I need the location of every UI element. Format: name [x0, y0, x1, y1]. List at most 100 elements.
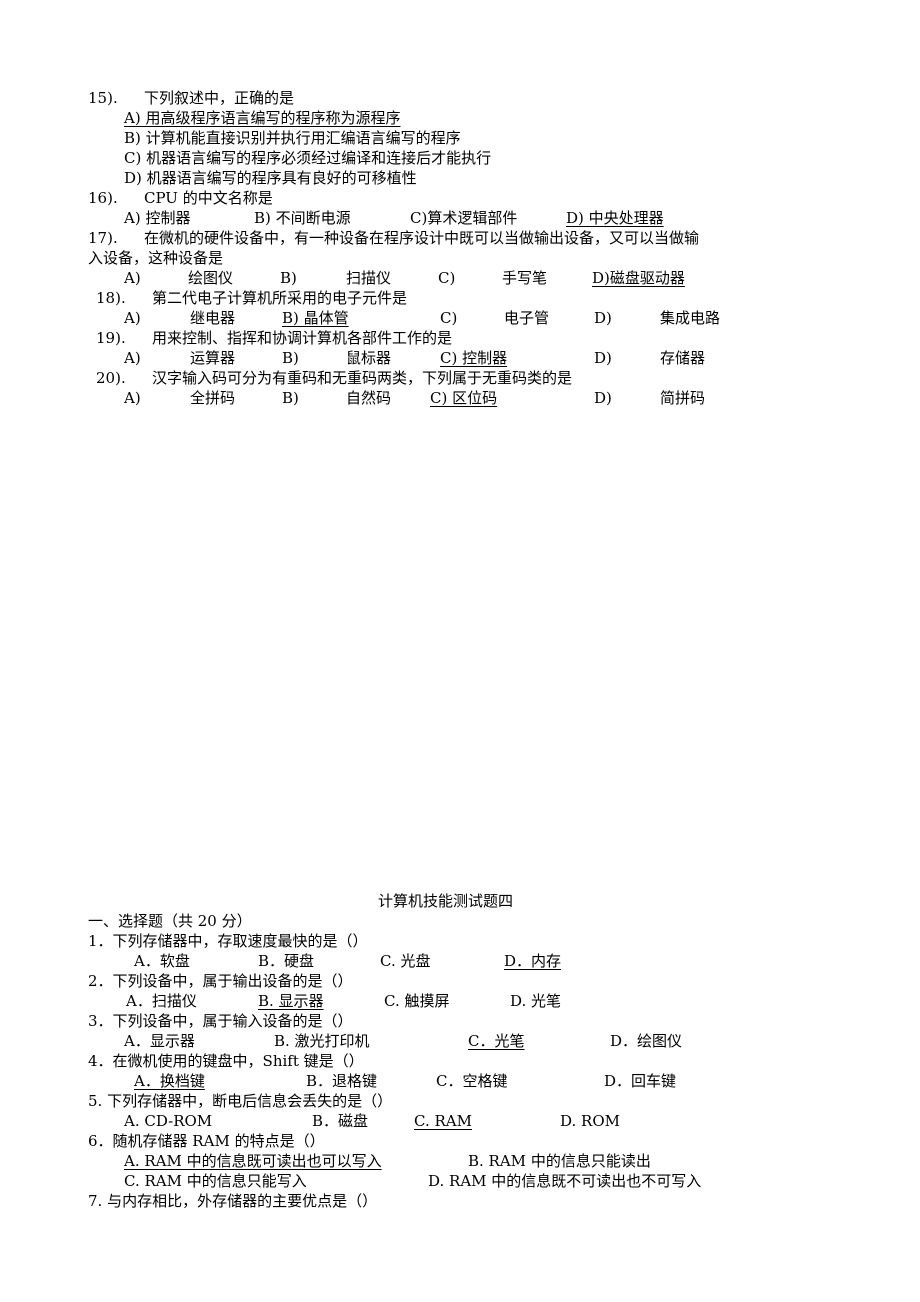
- option-d-text: 存储器: [660, 349, 706, 367]
- option-d-text: 简拼码: [660, 389, 706, 407]
- option-a-answer: A. RAM 中的信息既可读出也可以写入: [124, 1152, 382, 1170]
- option-d: D. 光笔: [510, 992, 562, 1010]
- question-1-options: A．软盘 B．硬盘 C. 光盘 D．内存: [124, 951, 724, 971]
- option-b-label: B): [282, 349, 299, 367]
- option-d-label: D): [594, 309, 612, 327]
- option-d-label: D): [594, 349, 612, 367]
- option-b-text: 鼠标器: [346, 349, 392, 367]
- question-stem: 汉字输入码可分为有重码和无重码两类，下列属于无重码类的是: [152, 369, 573, 387]
- question-4-options: A．换档键 B．退格键 C．空格键 D．回车键: [124, 1071, 724, 1091]
- question-15: 15). 下列叙述中，正确的是: [88, 88, 294, 108]
- question-stem: 在微机的硬件设备中，有一种设备在程序设计中既可以当做输出设备，又可以当做输: [144, 229, 700, 247]
- option-c-label: C): [440, 309, 458, 327]
- option-a: A. CD-ROM: [124, 1112, 213, 1130]
- question-18-options: A) 继电器 B) 晶体管 C) 电子管 D) 集成电路: [124, 308, 744, 328]
- option-d: D) 机器语言编写的程序具有良好的可移植性: [124, 169, 417, 187]
- question-20: 20). 汉字输入码可分为有重码和无重码两类，下列属于无重码类的是: [96, 368, 572, 388]
- option-a-text: 绘图仪: [188, 269, 234, 287]
- option-d: D．回车键: [604, 1072, 677, 1090]
- option-c-text: 电子管: [504, 309, 550, 327]
- option-b: B．退格键: [306, 1072, 378, 1090]
- option-a: A．软盘: [134, 952, 190, 970]
- option-c-answer: C．光笔: [468, 1032, 525, 1050]
- option-d-label: D): [594, 389, 612, 407]
- question-5: 5. 下列存储器中，断电后信息会丢失的是（）: [88, 1092, 393, 1110]
- option-c: C. RAM 中的信息只能写入: [124, 1172, 307, 1190]
- question-6-options-row1: A. RAM 中的信息既可读出也可以写入 B. RAM 中的信息只能读出: [116, 1151, 796, 1171]
- option-b: B) 不间断电源: [254, 209, 351, 227]
- option-c: C．空格键: [436, 1072, 508, 1090]
- question-19-options: A) 运算器 B) 鼠标器 C) 控制器 D) 存储器: [124, 348, 744, 368]
- option-c-answer: C) 区位码: [430, 389, 498, 407]
- option-c: C)算术逻辑部件: [410, 209, 518, 227]
- question-3-options: A．显示器 B. 激光打印机 C．光笔 D．绘图仪: [124, 1031, 724, 1051]
- option-d-text: 集成电路: [660, 309, 721, 327]
- option-a-text: 继电器: [190, 309, 236, 327]
- question-2-options: A．扫描仪 B. 显示器 C. 触摸屏 D. 光笔: [124, 991, 724, 1011]
- option-b: B. RAM 中的信息只能读出: [468, 1152, 651, 1170]
- option-a-label: A): [124, 269, 141, 287]
- option-b-text: 扫描仪: [346, 269, 392, 287]
- option-b: B) 计算机能直接识别并执行用汇编语言编写的程序: [124, 129, 461, 147]
- option-a-answer: A) 用高级程序语言编写的程序称为源程序: [124, 109, 401, 127]
- option-d-answer: D．内存: [504, 952, 562, 970]
- option-c-label: C): [438, 269, 456, 287]
- question-number: 19).: [96, 329, 126, 347]
- option-b-label: B): [282, 389, 299, 407]
- question-6-options-row2: C. RAM 中的信息只能写入 D. RAM 中的信息既不可读出也不可写入: [116, 1171, 796, 1191]
- question-number: 16).: [88, 189, 118, 207]
- option-d-answer: D)磁盘驱动器: [592, 269, 685, 287]
- option-d-answer: D) 中央处理器: [566, 209, 664, 227]
- question-2: 2．下列设备中，属于输出设备的是（）: [88, 972, 353, 990]
- option-c-answer: C. RAM: [414, 1112, 472, 1130]
- question-17: 17). 在微机的硬件设备中，有一种设备在程序设计中既可以当做输出设备，又可以当…: [88, 228, 699, 248]
- question-19: 19). 用来控制、指挥和协调计算机各部件工作的是: [96, 328, 452, 348]
- question-5-options: A. CD-ROM B．磁盘 C. RAM D. ROM: [124, 1111, 724, 1131]
- option-b-answer: B) 晶体管: [282, 309, 349, 327]
- question-16: 16). CPU 的中文名称是: [88, 188, 273, 208]
- question-number: 15).: [88, 89, 118, 107]
- option-b-text: 自然码: [346, 389, 392, 407]
- question-stem: 第二代电子计算机所采用的电子元件是: [152, 289, 408, 307]
- question-6: 6．随机存储器 RAM 的特点是（）: [88, 1132, 325, 1150]
- question-3: 3．下列设备中，属于输入设备的是（）: [88, 1012, 353, 1030]
- option-d: D．绘图仪: [610, 1032, 683, 1050]
- option-a: A．扫描仪: [126, 992, 197, 1010]
- question-stem: 用来控制、指挥和协调计算机各部件工作的是: [152, 329, 453, 347]
- question-18: 18). 第二代电子计算机所采用的电子元件是: [96, 288, 407, 308]
- question-stem: CPU 的中文名称是: [144, 189, 273, 207]
- option-a: A．显示器: [124, 1032, 195, 1050]
- option-c: C) 机器语言编写的程序必须经过编译和连接后才能执行: [124, 149, 492, 167]
- option-a-label: A): [124, 389, 141, 407]
- question-16-options: A) 控制器 B) 不间断电源 C)算术逻辑部件 D) 中央处理器: [124, 208, 724, 228]
- question-stem-continued: 入设备，这种设备是: [88, 249, 224, 267]
- option-a: A) 控制器: [124, 209, 191, 227]
- question-20-options: A) 全拼码 B) 自然码 C) 区位码 D) 简拼码: [124, 388, 744, 408]
- question-17-options: A) 绘图仪 B) 扫描仪 C) 手写笔 D)磁盘驱动器: [124, 268, 724, 288]
- option-b: B．磁盘: [312, 1112, 369, 1130]
- option-d: D. RAM 中的信息既不可读出也不可写入: [428, 1172, 702, 1190]
- question-7: 7. 与内存相比，外存储器的主要优点是（）: [88, 1192, 378, 1210]
- page-title: 计算机技能测试题四: [378, 892, 514, 910]
- question-stem: 下列叙述中，正确的是: [144, 89, 295, 107]
- question-number: 20).: [96, 369, 126, 387]
- question-4: 4．在微机使用的键盘中，Shift 键是（）: [88, 1052, 364, 1070]
- option-a-text: 运算器: [190, 349, 236, 367]
- option-c-text: 手写笔: [502, 269, 548, 287]
- option-b-label: B): [280, 269, 297, 287]
- option-c-answer: C) 控制器: [440, 349, 508, 367]
- option-b: B．硬盘: [258, 952, 315, 970]
- option-a-text: 全拼码: [190, 389, 236, 407]
- section-heading: 一、选择题（共 20 分）: [88, 912, 252, 930]
- option-a-label: A): [124, 349, 141, 367]
- option-a-label: A): [124, 309, 141, 327]
- option-a-answer: A．换档键: [134, 1072, 205, 1090]
- option-b-answer: B. 显示器: [258, 992, 324, 1010]
- question-number: 18).: [96, 289, 126, 307]
- question-1: 1．下列存储器中，存取速度最快的是（）: [88, 932, 368, 950]
- option-c: C. 触摸屏: [384, 992, 450, 1010]
- question-number: 17).: [88, 229, 118, 247]
- option-d: D. ROM: [560, 1112, 620, 1130]
- option-c: C. 光盘: [380, 952, 431, 970]
- option-b: B. 激光打印机: [274, 1032, 370, 1050]
